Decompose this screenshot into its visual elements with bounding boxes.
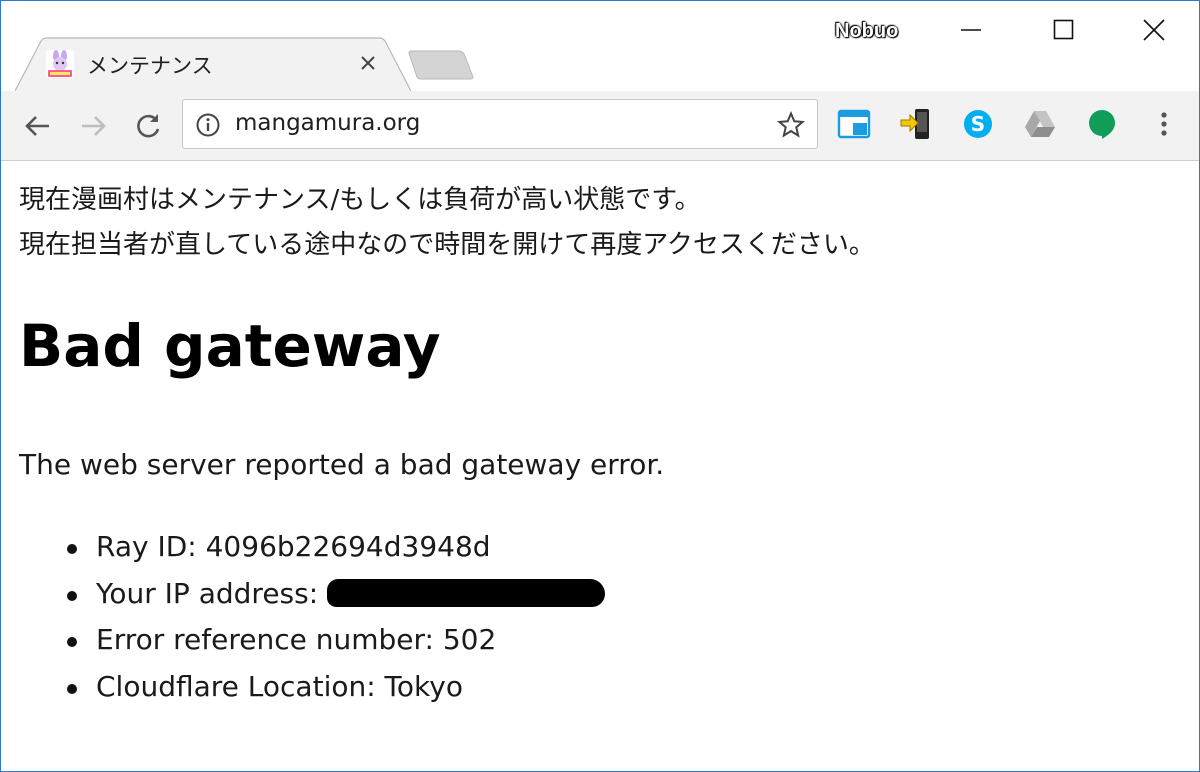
ray-id-item: Ray ID: 4096b22694d3948d (67, 524, 605, 571)
error-title: Bad gateway (19, 312, 441, 380)
browser-toolbar: mangamura.org S (1, 91, 1199, 161)
maximize-button[interactable] (1031, 1, 1097, 59)
redacted-ip-mark (327, 578, 606, 607)
url-text[interactable]: mangamura.org (235, 110, 755, 136)
hangouts-icon[interactable] (1085, 107, 1119, 141)
maximize-icon (1053, 19, 1074, 40)
cloudflare-location-item: Cloudflare Location: Tokyo (67, 664, 605, 711)
new-tab-button[interactable] (407, 49, 475, 81)
notice-line: 現在担当者が直している途中なので時間を開けて再度アクセスください。 (19, 230, 875, 260)
reload-icon[interactable] (131, 109, 165, 143)
menu-dots-icon[interactable] (1147, 107, 1181, 141)
ip-address-label: Your IP address: (96, 576, 328, 610)
back-arrow-icon[interactable] (21, 109, 55, 143)
info-icon[interactable] (195, 112, 221, 138)
minimize-icon (961, 29, 981, 31)
notice-line: 現在漫画村はメンテナンス/もしくは負荷が高い状態です。 (19, 185, 701, 215)
close-icon (1143, 19, 1165, 41)
bookmark-star-icon[interactable] (777, 111, 805, 139)
title-bar: メンテナンス Nobuo (1, 1, 1199, 91)
error-details-list: Ray ID: 4096b22694d3948d Your IP address… (67, 524, 606, 711)
error-description: The web server reported a bad gateway er… (19, 448, 665, 481)
google-drive-icon[interactable] (1023, 107, 1057, 141)
close-tab-icon[interactable] (358, 53, 378, 73)
maintenance-notice: 現在漫画村はメンテナンス/もしくは負荷が高い状態です。 現在担当者が直している途… (19, 178, 875, 268)
ip-address-item: Your IP address: (67, 571, 606, 618)
close-window-button[interactable] (1121, 1, 1187, 59)
window-extension-icon[interactable] (837, 107, 871, 141)
page-content: 現在漫画村はメンテナンス/もしくは負荷が高い状態です。 現在担当者が直している途… (1, 162, 1199, 771)
forward-arrow-icon[interactable] (76, 109, 110, 143)
comic-manga-favicon-icon (46, 50, 74, 78)
tab-title: メンテナンス (87, 54, 213, 78)
error-reference-item: Error reference number: 502 (67, 617, 605, 664)
profile-name[interactable]: Nobuo (835, 20, 898, 43)
phone-transfer-icon[interactable] (899, 107, 933, 141)
svg-text:S: S (971, 112, 985, 136)
minimize-button[interactable] (938, 1, 1004, 59)
browser-window: メンテナンス Nobuo mangamura.org S 現在漫画村はメンテナン… (0, 0, 1200, 772)
skype-icon[interactable]: S (961, 107, 995, 141)
address-bar[interactable]: mangamura.org (182, 99, 818, 149)
active-tab[interactable]: メンテナンス (15, 37, 411, 91)
